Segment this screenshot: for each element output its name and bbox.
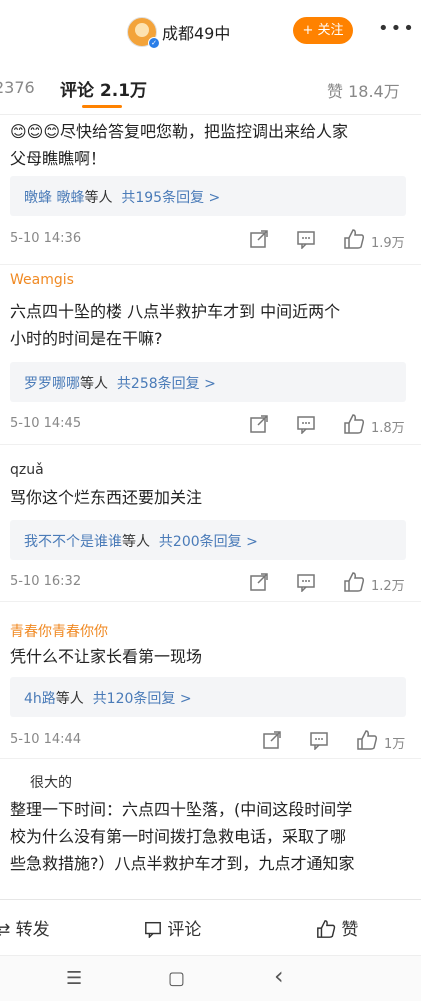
like-icon[interactable] bbox=[343, 228, 365, 250]
share-icon[interactable] bbox=[262, 730, 282, 750]
reply-names: 暾蜂 暾蜂 bbox=[24, 190, 85, 206]
reply-icon[interactable] bbox=[296, 229, 316, 249]
verified-badge-icon: ✓ bbox=[148, 37, 160, 49]
comment-time: 5-10 14:44 bbox=[10, 732, 82, 747]
tab-comment-count: 2.1万 bbox=[99, 81, 148, 101]
comment-item: qzuǎ 骂你这个烂东西还要加关注 我不不个是谁谁等人 共200条回复 > 5-… bbox=[0, 444, 421, 602]
comment-time: 5-10 16:32 bbox=[10, 574, 82, 589]
reply-names: 罗罗哪哪 bbox=[24, 376, 80, 392]
comment-time: 5-10 14:45 bbox=[10, 416, 82, 431]
like-icon[interactable] bbox=[343, 571, 365, 593]
reply-count: 共258条回复 > bbox=[116, 376, 216, 392]
comment-item: 很大的 整理一下时间：六点四十坠落，(中间这段时间学 校为什么没有第一时间拨打急… bbox=[0, 758, 421, 899]
account-avatar[interactable]: ✓ bbox=[127, 17, 160, 49]
back-icon[interactable]: ‹ bbox=[274, 962, 284, 990]
tab-repost[interactable]: 2376 bbox=[0, 78, 35, 97]
reply-summary[interactable]: 我不不个是谁谁等人 共200条回复 > bbox=[10, 520, 406, 560]
comment-username[interactable]: 很大的 bbox=[30, 772, 72, 792]
reply-icon[interactable] bbox=[309, 730, 329, 750]
account-name[interactable]: 成都49中 bbox=[162, 20, 230, 44]
reply-icon[interactable] bbox=[296, 414, 316, 434]
comment-username[interactable]: 青春你青春你你 bbox=[10, 621, 108, 641]
comment-item: Weamgis 六点四十坠的楼 八点半救护车才到 中间近两个 小时的时间是在干嘛… bbox=[0, 264, 421, 445]
like-count: 1.2万 bbox=[371, 579, 405, 594]
avatar-face bbox=[135, 23, 149, 37]
like-icon[interactable] bbox=[356, 729, 378, 751]
menu-icon[interactable]: ☰ bbox=[66, 968, 82, 989]
repost-button[interactable]: ⇄ 转发 bbox=[0, 915, 50, 940]
reply-count: 共200条回复 > bbox=[158, 534, 258, 550]
comment-text: 😊😊😊尽快给答复吧您勒，把监控调出来给人家 父母瞧瞧啊！ bbox=[10, 122, 349, 168]
system-nav-bar: ☰ ▢ ‹ bbox=[0, 955, 421, 1001]
reply-summary[interactable]: 4h路等人 共120条回复 > bbox=[10, 677, 406, 717]
comment-item: 😊😊😊尽快给答复吧您勒，把监控调出来给人家 父母瞧瞧啊！ 暾蜂 暾蜂等人 共19… bbox=[0, 114, 421, 265]
share-icon[interactable] bbox=[249, 572, 269, 592]
like-count: 1.9万 bbox=[371, 236, 405, 251]
comment-icon bbox=[145, 921, 161, 939]
comment-username[interactable]: qzuǎ bbox=[10, 462, 44, 478]
reply-summary[interactable]: 暾蜂 暾蜂等人 共195条回复 > bbox=[10, 176, 406, 216]
like-button[interactable]: 赞 bbox=[316, 915, 358, 940]
like-icon bbox=[317, 920, 336, 938]
header: ✓ 成都49中 + 关注 ••• bbox=[0, 0, 421, 62]
tab-like-count: 18.4万 bbox=[348, 82, 400, 101]
reply-count: 共195条回复 > bbox=[121, 190, 221, 206]
comment-item: 青春你青春你你 凭什么不让家长看第一现场 4h路等人 共120条回复 > 5-1… bbox=[0, 601, 421, 759]
active-tab-indicator bbox=[82, 105, 122, 108]
comment-text: 骂你这个烂东西还要加关注 bbox=[10, 488, 203, 507]
share-icon[interactable] bbox=[249, 229, 269, 249]
comment-username[interactable]: Weamgis bbox=[10, 272, 74, 288]
tab-like[interactable]: 赞 18.4万 bbox=[327, 78, 400, 102]
bottom-action-bar: ⇄ 转发 评论 赞 bbox=[0, 899, 421, 956]
reply-count: 共120条回复 > bbox=[92, 691, 192, 707]
like-count: 1.8万 bbox=[371, 421, 405, 436]
like-count: 1万 bbox=[384, 737, 406, 752]
reply-icon[interactable] bbox=[296, 572, 316, 592]
follow-button[interactable]: + 关注 bbox=[293, 17, 353, 44]
like-icon[interactable] bbox=[343, 413, 365, 435]
tab-comment-label: 评论 bbox=[60, 81, 94, 101]
comment-time: 5-10 14:36 bbox=[10, 231, 82, 246]
reply-summary[interactable]: 罗罗哪哪等人 共258条回复 > bbox=[10, 362, 406, 402]
comment-text: 六点四十坠的楼 八点半救护车才到 中间近两个 小时的时间是在干嘛? bbox=[10, 302, 341, 348]
reply-names: 我不不个是谁谁 bbox=[24, 534, 122, 550]
reply-names: 4h路 bbox=[24, 691, 56, 707]
tab-like-label: 赞 bbox=[327, 82, 344, 101]
comment-text: 凭什么不让家长看第一现场 bbox=[10, 647, 203, 666]
comment-text: 整理一下时间：六点四十坠落，(中间这段时间学 校为什么没有第一时间拨打急救电话，… bbox=[10, 800, 355, 873]
tab-bar: 2376 评论 2.1万 赞 18.4万 bbox=[0, 62, 421, 115]
more-options-icon[interactable]: ••• bbox=[378, 18, 416, 39]
share-icon[interactable] bbox=[249, 414, 269, 434]
tab-comment[interactable]: 评论 2.1万 bbox=[60, 76, 147, 101]
comment-button[interactable]: 评论 bbox=[144, 915, 201, 940]
home-icon[interactable]: ▢ bbox=[168, 968, 185, 989]
repost-icon: ⇄ bbox=[0, 920, 11, 940]
